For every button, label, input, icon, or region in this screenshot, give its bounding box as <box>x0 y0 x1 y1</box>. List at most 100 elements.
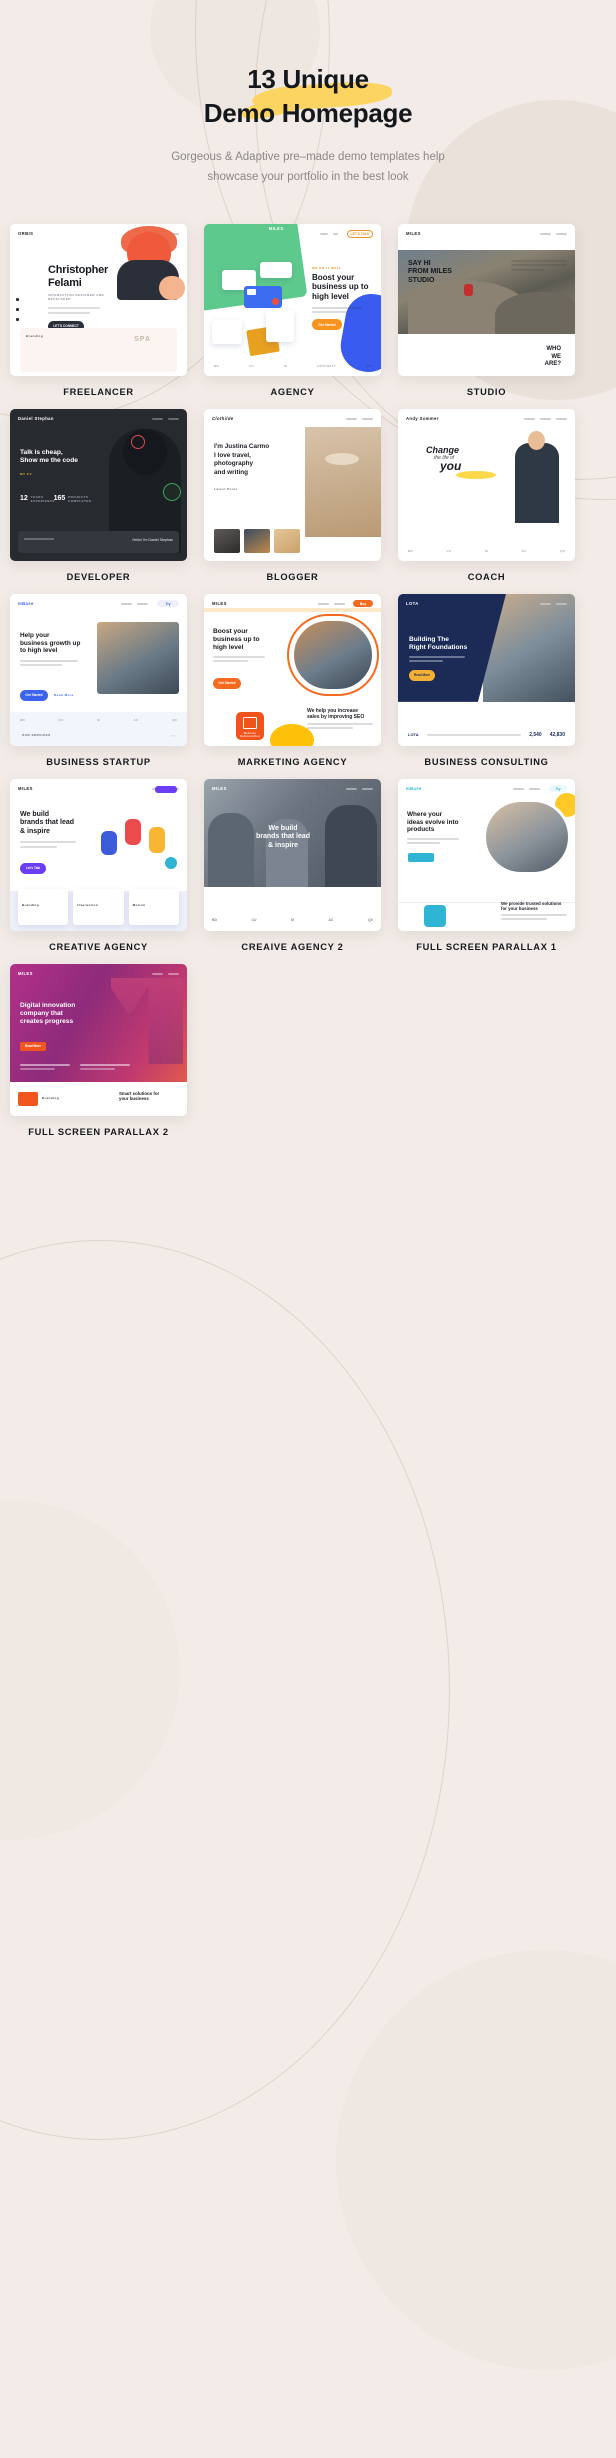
mini-heading-1: Digital innovation <box>20 1001 76 1009</box>
mini-cta-button[interactable]: Get Started <box>20 689 48 701</box>
demo-card-creative-agency-2[interactable]: MILES We build brands that lead & inspir… <box>204 778 381 952</box>
mini-heading-2: Felami <box>48 276 82 289</box>
mini-logo: Clothilde <box>212 416 234 422</box>
demo-card-business-consulting[interactable]: LOTA Building The Right Foundations Read… <box>398 593 575 767</box>
subtitle-line-2: showcase your portfolio in the best look <box>207 170 409 183</box>
mini-card-3: Motion <box>132 902 146 907</box>
mini-heading-3: and writing <box>214 468 249 476</box>
demo-caption: BUSINESS STARTUP <box>46 756 151 767</box>
mini-secondary-button[interactable]: Read More <box>54 693 74 697</box>
mini-heading-1: We build <box>268 824 298 832</box>
mini-heading-3: creates progress <box>20 1017 74 1025</box>
mini-highlight <box>456 470 496 479</box>
mini-section-label: Latest Posts <box>214 486 238 491</box>
demo-card-marketing-agency[interactable]: MILES Buy Boost your business up to high… <box>204 593 381 767</box>
mini-footer-2: WE <box>551 353 561 360</box>
demo-thumbnail[interactable]: MILES Buy Boost your business up to high… <box>204 593 381 746</box>
demo-card-freelancer[interactable]: ORBIS Christopher Felami INTERACTION DES… <box>10 223 187 397</box>
mini-cta-button[interactable]: Get Started <box>213 677 241 689</box>
mini-terminal: Hello! I'm Daniel Stephan <box>18 530 179 553</box>
demo-card-full-screen-parallax-1[interactable]: mBase Try Where your ideas evolve into p… <box>398 778 575 952</box>
mini-badge-label: Website Optimization <box>239 731 261 738</box>
mini-heading-1: Boost your <box>312 272 355 282</box>
mini-footer-2: your business <box>119 1095 149 1101</box>
mini-heading-3: & inspire <box>268 841 298 849</box>
mini-stat-1: 2,540 <box>529 731 542 738</box>
mini-hero-photo <box>483 798 571 875</box>
demo-caption: AGENCY <box>270 386 315 397</box>
mini-nav-button[interactable]: LET'S TALK <box>347 229 373 238</box>
mini-post-thumbnails[interactable] <box>214 528 300 553</box>
mini-heading-2: company that <box>20 1009 63 1017</box>
mini-photo-person <box>515 442 559 523</box>
mini-heading-2: brands that lead <box>255 833 311 841</box>
demo-thumbnail[interactable]: Andy Sommer Change the life of you BD CU M… <box>398 408 575 561</box>
demo-card-blogger[interactable]: Clothilde I'm Justina Carmo I love trave… <box>204 408 381 582</box>
mini-footer-label: OUR SERVICES <box>22 732 51 737</box>
demo-caption: BUSINESS CONSULTING <box>424 756 549 767</box>
mini-side-2: for your business <box>501 905 538 911</box>
page-header: 13 Unique Demo Homepage Gorgeous & Adapt… <box>0 0 616 187</box>
mini-heading-1: Boost your <box>213 627 248 635</box>
demo-thumbnail[interactable]: MILES We build brands that lead & inspir… <box>204 778 381 931</box>
demo-thumbnail[interactable]: MILES We build brands that lead & inspir… <box>10 778 187 931</box>
demo-thumbnail[interactable]: Daniel Stephan Talk is cheap, Show me th… <box>10 408 187 561</box>
mini-service-cards[interactable]: Branding Interaction Motion <box>18 888 179 925</box>
demo-thumbnail[interactable]: LOTA Building The Right Foundations Read… <box>398 593 575 746</box>
mini-heading-2: Show me the code <box>20 456 78 464</box>
demo-caption: FREELANCER <box>63 386 134 397</box>
mini-client-logos: BD CU M AC QX <box>408 548 565 553</box>
mini-card-1: Branding <box>22 902 40 907</box>
mini-cta-button[interactable]: Read More <box>409 669 435 681</box>
demo-thumbnail[interactable]: Clothilde I'm Justina Carmo I love trave… <box>204 408 381 561</box>
mini-terminal-text: Hello! I'm Daniel Stephan <box>132 537 173 542</box>
mini-logo: MILES <box>406 231 421 237</box>
demo-thumbnail[interactable]: MILES Digital innovation company that cr… <box>10 963 187 1116</box>
mini-logo: Daniel Stephan <box>18 416 54 422</box>
demo-card-studio[interactable]: MILES SAY HI FROM MILES STUDIO WHO WE AR… <box>398 223 575 397</box>
mini-script-3: you <box>440 458 462 473</box>
mini-cta-button[interactable]: Let's Talk <box>20 862 46 874</box>
mini-heading-2: FROM MILES <box>408 268 452 276</box>
demo-caption: CREAIVE AGENCY 2 <box>241 941 344 952</box>
mini-cta-button[interactable]: MY CV <box>20 472 92 476</box>
mini-cta-button[interactable]: Get Started <box>312 319 342 331</box>
mini-heading-1: Talk is cheap, <box>20 448 63 456</box>
demo-card-creative-agency[interactable]: MILES We build brands that lead & inspir… <box>10 778 187 952</box>
demo-card-business-startup[interactable]: mBase Try Help your business growth up t… <box>10 593 187 767</box>
demo-caption: FULL SCREEN PARALLAX 2 <box>28 1126 169 1137</box>
mini-heading-3: & inspire <box>20 827 50 835</box>
mini-cta-button[interactable]: Read More <box>20 1041 46 1051</box>
demo-card-coach[interactable]: Andy Sommer Change the life of you BD CU M… <box>398 408 575 582</box>
mini-heading-2: I love travel, photography <box>214 451 254 468</box>
mini-heading-2: business up to <box>312 282 369 292</box>
mini-hero-photo <box>305 426 381 537</box>
mini-carousel-arrows[interactable]: ‹ › <box>171 733 175 738</box>
demo-thumbnail[interactable]: mBase Try Where your ideas evolve into p… <box>398 778 575 931</box>
mini-nav-button[interactable] <box>155 785 177 793</box>
mini-stat-2: 42,830 <box>549 731 565 738</box>
demo-thumbnail[interactable]: MILES SAY HI FROM MILES STUDIO WHO WE AR… <box>398 223 575 376</box>
mini-photo-person <box>464 283 473 296</box>
mini-stat-1-label: YEARS EXPERIENCE <box>30 494 55 503</box>
demo-caption: CREATIVE AGENCY <box>49 941 148 952</box>
demo-card-full-screen-parallax-2[interactable]: MILES Digital innovation company that cr… <box>10 963 187 1137</box>
mini-heading-1: We build <box>20 810 50 818</box>
demo-thumbnail[interactable]: mBase Try Help your business growth up t… <box>10 593 187 746</box>
demo-card-developer[interactable]: Daniel Stephan Talk is cheap, Show me th… <box>10 408 187 582</box>
mini-heading-3: high level <box>312 292 349 302</box>
mini-heading-2: ideas evolve into <box>407 818 459 826</box>
mini-logo: MILES <box>18 786 33 792</box>
mini-stat-1-value: 12 <box>20 494 28 502</box>
demo-thumbnail[interactable]: MILES LET'S TALK WE DO IT WELL Boost you… <box>204 223 381 376</box>
demo-card-agency[interactable]: MILES LET'S TALK WE DO IT WELL Boost you… <box>204 223 381 397</box>
mini-heading-3: high level <box>213 643 244 651</box>
mini-heading-1: Where your <box>407 810 443 818</box>
demo-caption: COACH <box>467 571 506 582</box>
mini-cta-button[interactable] <box>408 852 434 862</box>
mini-heading-1: Help your <box>20 631 50 639</box>
mini-side-2: sales by improving SEO <box>307 713 365 720</box>
mini-social-icons[interactable] <box>16 297 19 321</box>
mini-logo: LOTA <box>406 601 419 607</box>
demo-thumbnail[interactable]: ORBIS Christopher Felami INTERACTION DES… <box>10 223 187 376</box>
